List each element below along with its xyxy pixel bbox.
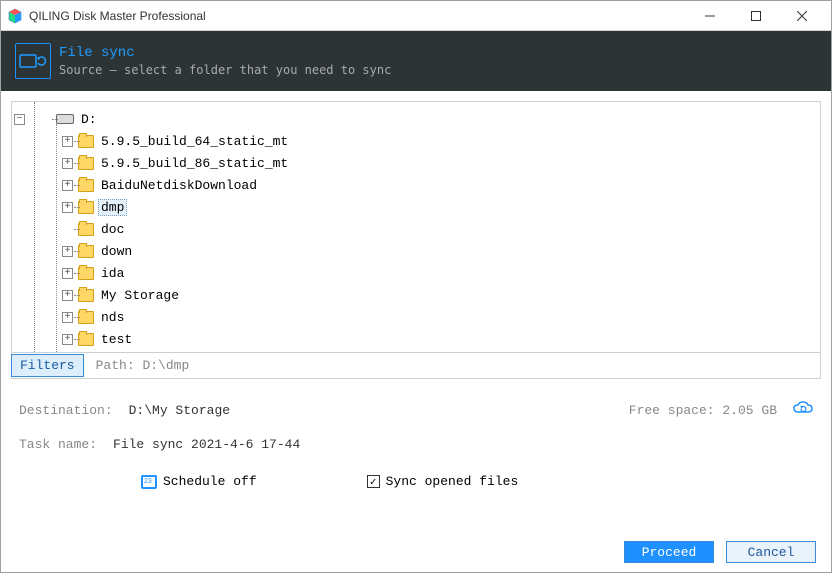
tree-node[interactable]: + My Storage — [18, 284, 820, 306]
header-subtitle: Source — select a folder that you need t… — [59, 63, 391, 77]
folder-icon — [78, 135, 94, 148]
tree-node-label: down — [98, 243, 135, 260]
window-title: QILING Disk Master Professional — [29, 9, 687, 23]
drive-icon — [56, 114, 74, 124]
app-logo-icon — [7, 8, 23, 24]
schedule-toggle[interactable]: Schedule off — [141, 474, 257, 489]
tree-node-label: 5.9.5_build_64_static_mt — [98, 133, 291, 150]
expand-icon[interactable]: + — [62, 202, 73, 213]
footer-buttons: Proceed Cancel — [624, 541, 816, 563]
close-button[interactable] — [779, 1, 825, 31]
folder-icon — [78, 157, 94, 170]
page-header: File sync Source — select a folder that … — [1, 31, 831, 91]
tree-node[interactable]: + ida — [18, 262, 820, 284]
tree-footer: Filters Path: D:\dmp — [12, 352, 820, 378]
cloud-refresh-icon[interactable] — [793, 401, 813, 419]
task-name-label: Task name: — [19, 437, 97, 452]
expand-icon[interactable]: + — [62, 312, 73, 323]
maximize-button[interactable] — [733, 1, 779, 31]
folder-tree[interactable]: − D: +5.9.5_build_64_static_mt+5.9.5_bui… — [12, 102, 820, 352]
folder-icon — [78, 289, 94, 302]
sync-icon — [15, 43, 51, 79]
sync-opened-files-label: Sync opened files — [386, 474, 519, 489]
tree-node-label: 5.9.5_build_86_static_mt — [98, 155, 291, 172]
expand-icon[interactable]: + — [62, 268, 73, 279]
tree-node-label: BaiduNetdiskDownload — [98, 177, 260, 194]
tree-node[interactable]: + nds — [18, 306, 820, 328]
folder-icon — [78, 311, 94, 324]
tree-node-label: ida — [98, 265, 127, 282]
destination-label: Destination: — [19, 403, 113, 418]
folder-icon — [78, 333, 94, 346]
tree-node[interactable]: +5.9.5_build_86_static_mt — [18, 152, 820, 174]
header-title: File sync — [59, 45, 391, 61]
tree-node-label: dmp — [98, 199, 127, 216]
folder-icon — [78, 201, 94, 214]
destination-row: Destination: D:\My Storage Free space: 2… — [11, 401, 821, 419]
free-space-label: Free space: 2.05 GB — [629, 403, 777, 418]
tree-node[interactable]: + dmp — [18, 196, 820, 218]
expand-icon[interactable]: + — [62, 290, 73, 301]
folder-icon — [78, 179, 94, 192]
folder-icon — [78, 245, 94, 258]
expand-icon[interactable]: + — [62, 334, 73, 345]
path-label: Path: D:\dmp — [96, 358, 190, 373]
tree-node-label: doc — [98, 221, 127, 238]
schedule-label: Schedule off — [163, 474, 257, 489]
filters-button[interactable]: Filters — [11, 354, 84, 377]
expand-icon[interactable]: + — [62, 180, 73, 191]
calendar-icon — [141, 475, 157, 489]
expand-icon[interactable]: + — [62, 158, 73, 169]
folder-icon — [78, 223, 94, 236]
cancel-button[interactable]: Cancel — [726, 541, 816, 563]
task-name-value[interactable]: File sync 2021-4-6 17-44 — [113, 437, 300, 452]
destination-value: D:\My Storage — [129, 403, 230, 418]
tree-node[interactable]: + down — [18, 240, 820, 262]
titlebar: QILING Disk Master Professional — [1, 1, 831, 31]
tree-node-label: test — [98, 331, 135, 348]
proceed-button[interactable]: Proceed — [624, 541, 714, 563]
tree-node[interactable]: + BaiduNetdiskDownload — [18, 174, 820, 196]
tree-node[interactable]: +5.9.5_build_64_static_mt — [18, 130, 820, 152]
tree-node-label: My Storage — [98, 287, 182, 304]
tree-node-drive[interactable]: − D: — [18, 108, 820, 130]
folder-tree-panel: − D: +5.9.5_build_64_static_mt+5.9.5_bui… — [11, 101, 821, 379]
tree-node-label: nds — [98, 309, 127, 326]
tree-node[interactable] — [18, 350, 820, 352]
tree-node[interactable]: + test — [18, 328, 820, 350]
expand-icon[interactable]: + — [62, 246, 73, 257]
tree-node[interactable]: doc — [18, 218, 820, 240]
folder-icon — [78, 267, 94, 280]
task-name-row: Task name: File sync 2021-4-6 17-44 — [11, 437, 821, 452]
collapse-icon[interactable]: − — [14, 114, 25, 125]
tree-node-label: D: — [78, 111, 100, 128]
sync-opened-files-checkbox[interactable]: ✓ Sync opened files — [367, 474, 519, 489]
checkbox-icon: ✓ — [367, 475, 380, 488]
minimize-button[interactable] — [687, 1, 733, 31]
expand-icon[interactable]: + — [62, 136, 73, 147]
